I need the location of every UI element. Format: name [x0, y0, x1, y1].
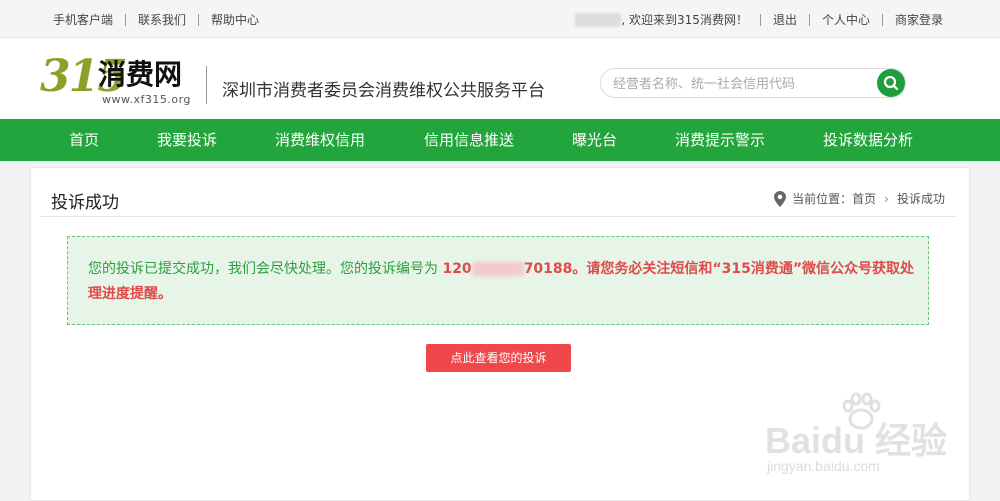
blurred-username	[575, 12, 622, 27]
notice-message: 您的投诉已提交成功，我们会尽快处理。您的投诉编号为	[88, 261, 438, 277]
complaint-number-prefix: 120	[442, 261, 472, 277]
divider	[881, 13, 883, 26]
title-divider	[41, 216, 956, 217]
nav-item-rights-credit[interactable]: 消费维权信用	[275, 119, 365, 161]
blurred-complaint-number	[471, 262, 524, 276]
contact-us-link[interactable]: 联系我们	[138, 11, 186, 28]
nav-item-credit-push[interactable]: 信用信息推送	[424, 119, 514, 161]
logout-link[interactable]: 退出	[773, 11, 797, 28]
breadcrumb-current: 投诉成功	[896, 192, 945, 206]
merchant-login-link[interactable]: 商家登录	[895, 11, 943, 28]
search-button[interactable]	[877, 69, 905, 97]
nav-item-home[interactable]: 首页	[69, 119, 99, 161]
page-title: 投诉成功	[51, 193, 119, 213]
top-bar: 手机客户端 联系我们 帮助中心 , 欢迎来到315消费网！ 退出 个人中心 商家…	[0, 0, 1000, 38]
top-bar-left-links: 手机客户端 联系我们 帮助中心	[53, 11, 259, 28]
divider	[808, 13, 810, 26]
baidu-watermark: Baidu 经验 jingyan.baidu.com	[765, 392, 965, 482]
search-icon	[883, 75, 899, 91]
view-complaint-button[interactable]: 点此查看您的投诉	[426, 344, 571, 372]
watermark-text: Baidu 经验	[765, 420, 948, 461]
personal-center-link[interactable]: 个人中心	[822, 11, 870, 28]
search-box	[600, 68, 906, 98]
logo-url: www.xf315.org	[102, 93, 191, 106]
location-pin-icon	[774, 190, 787, 207]
mobile-client-link[interactable]: 手机客户端	[53, 11, 113, 28]
header-divider	[206, 66, 207, 104]
nav-item-complain[interactable]: 我要投诉	[157, 119, 217, 161]
help-center-link[interactable]: 帮助中心	[211, 11, 259, 28]
success-notice: 您的投诉已提交成功，我们会尽快处理。您的投诉编号为 120 70188。请您务必关…	[67, 236, 929, 325]
search-input[interactable]	[613, 74, 863, 94]
breadcrumb-home[interactable]: 首页	[852, 190, 876, 207]
breadcrumb: 当前位置： 首页 › 投诉成功	[774, 190, 945, 207]
site-logo[interactable]: 315 消费网 www.xf315.org	[40, 46, 200, 112]
complaint-number-suffix: 70188	[523, 261, 573, 277]
notice-text: 您的投诉已提交成功，我们会尽快处理。您的投诉编号为 120 70188。请您务必关…	[88, 257, 918, 307]
divider	[198, 13, 200, 26]
nav-item-data-analysis[interactable]: 投诉数据分析	[823, 119, 913, 161]
platform-name: 深圳市消费者委员会消费维权公共服务平台	[222, 81, 545, 101]
divider	[759, 13, 761, 26]
logo-text: 消费网	[98, 58, 183, 91]
chevron-right-icon: ›	[884, 191, 889, 206]
nav-item-warnings[interactable]: 消费提示警示	[675, 119, 765, 161]
nav-item-exposure[interactable]: 曝光台	[572, 119, 617, 161]
top-bar-right-links: , 欢迎来到315消费网！ 退出 个人中心 商家登录	[575, 11, 943, 28]
welcome-text: , 欢迎来到315消费网！	[621, 13, 748, 27]
divider	[125, 13, 127, 26]
breadcrumb-label: 当前位置：	[792, 192, 853, 206]
watermark-url: jingyan.baidu.com	[767, 458, 880, 474]
main-nav: 首页 我要投诉 消费维权信用 信用信息推送 曝光台 消费提示警示 投诉数据分析	[0, 119, 1000, 161]
